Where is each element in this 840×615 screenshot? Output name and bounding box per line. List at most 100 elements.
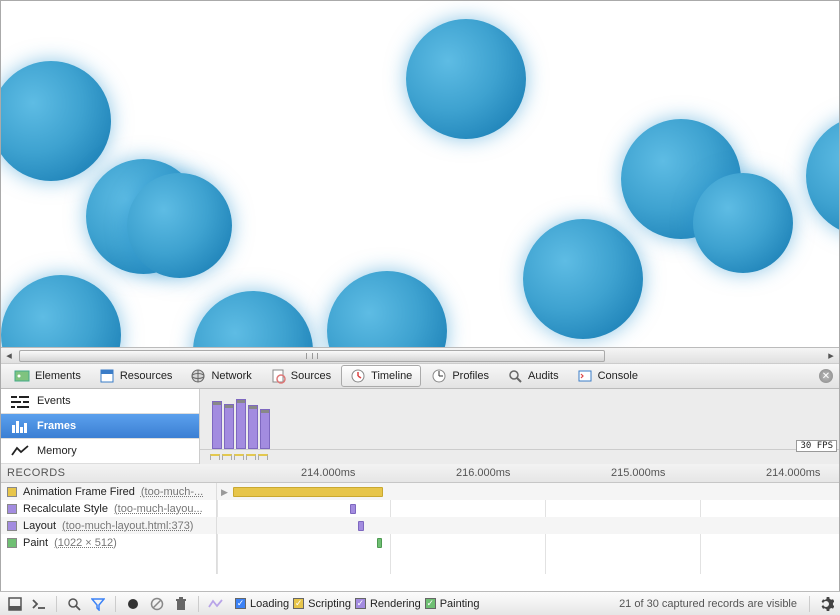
record-bar-recalc-style[interactable] — [350, 504, 356, 514]
record-source-link[interactable]: (too-much-layou... — [114, 503, 203, 515]
tab-label: Network — [211, 370, 251, 382]
time-column: 215.000ms — [611, 467, 665, 479]
timeline-toolbar: ✓Loading✓Scripting✓Rendering✓Painting 21… — [0, 591, 840, 615]
record-bar-animation-frame[interactable] — [233, 487, 383, 497]
ball — [127, 173, 232, 278]
scrollbar-thumb[interactable] — [19, 350, 605, 362]
record-row[interactable]: Paint (1022 × 512) — [1, 534, 216, 551]
record-color-swatch — [7, 504, 17, 514]
glue-async-icon[interactable] — [207, 595, 225, 613]
tab-label: Elements — [35, 370, 81, 382]
record-title: Animation Frame Fired — [23, 486, 135, 498]
legend-item[interactable]: ✓ Rendering — [355, 598, 421, 610]
timeline-overview-section: Events Frames Memory 30 FPS — [1, 389, 839, 464]
sidebar-item-memory[interactable]: Memory — [1, 439, 199, 464]
legend-item[interactable]: ✓ Loading — [235, 598, 289, 610]
legend-label: Loading — [250, 598, 289, 610]
record-color-swatch — [7, 521, 17, 531]
legend-item[interactable]: ✓ Scripting — [293, 598, 351, 610]
time-column: 214.000ms — [766, 467, 820, 479]
record-icon[interactable] — [124, 595, 142, 613]
tab-label: Console — [598, 370, 638, 382]
record-bar-layout[interactable] — [358, 521, 364, 531]
records-header: RECORDS 214.000ms 216.000ms 215.000ms 21… — [1, 464, 839, 483]
garbage-collect-icon[interactable] — [172, 595, 190, 613]
tab-console[interactable]: Console — [569, 365, 646, 387]
tab-resources[interactable]: Resources — [91, 365, 181, 387]
filter-icon[interactable] — [89, 595, 107, 613]
record-title: Layout — [23, 520, 56, 532]
checkbox-icon[interactable]: ✓ — [293, 598, 304, 609]
ball — [806, 116, 839, 236]
ball — [193, 291, 313, 347]
ball — [406, 19, 526, 139]
tab-audits[interactable]: Audits — [499, 365, 567, 387]
expand-icon[interactable]: ▶ — [221, 487, 228, 498]
ball — [693, 173, 793, 273]
tab-sources[interactable]: Sources — [262, 365, 339, 387]
tab-timeline[interactable]: Timeline — [341, 365, 421, 387]
devtools-tabbar: Elements Resources Network Sources Timeline P… — [1, 363, 839, 389]
legend-label: Rendering — [370, 598, 421, 610]
record-row[interactable]: Animation Frame Fired (too-much-... — [1, 483, 216, 500]
sidebar-item-frames[interactable]: Frames — [1, 414, 199, 439]
record-color-swatch — [7, 538, 17, 548]
timeline-icon — [350, 368, 366, 384]
sidebar-item-events[interactable]: Events — [1, 389, 199, 414]
records-bars: ▶ — [217, 483, 839, 574]
clear-icon[interactable] — [148, 595, 166, 613]
record-source-link[interactable]: (1022 × 512) — [54, 537, 117, 549]
record-bar-paint[interactable] — [377, 538, 382, 548]
time-column: 216.000ms — [456, 467, 510, 479]
resources-icon — [99, 368, 115, 384]
settings-icon[interactable] — [818, 596, 834, 612]
record-source-link[interactable]: (too-much-layout.html:373) — [62, 520, 193, 532]
sources-icon — [270, 368, 286, 384]
network-icon — [190, 368, 206, 384]
overview-baseline — [200, 449, 839, 450]
elements-icon — [14, 368, 30, 384]
search-icon[interactable] — [65, 595, 83, 613]
scroll-right-icon[interactable]: ▸ — [823, 348, 839, 364]
overview-frame-bars — [212, 397, 272, 449]
console-toggle-icon[interactable] — [30, 595, 48, 613]
legend-label: Scripting — [308, 598, 351, 610]
legend-item[interactable]: ✓Painting — [425, 598, 480, 610]
tab-profiles[interactable]: Profiles — [423, 365, 497, 387]
dock-icon[interactable] — [6, 595, 24, 613]
ball — [1, 61, 111, 181]
horizontal-scrollbar[interactable]: ◂ ▸ — [1, 347, 839, 363]
sidebar-item-label: Events — [37, 395, 71, 407]
audits-icon — [507, 368, 523, 384]
sidebar-item-label: Memory — [37, 445, 77, 457]
ball — [327, 271, 447, 347]
checkbox-icon[interactable]: ✓ — [235, 598, 246, 609]
console-icon — [577, 368, 593, 384]
sidebar-item-label: Frames — [37, 420, 76, 432]
record-source-link[interactable]: (too-much-... — [141, 486, 203, 498]
tab-elements[interactable]: Elements — [6, 365, 89, 387]
records-header-label: RECORDS — [7, 467, 66, 479]
record-row[interactable]: Layout (too-much-layout.html:373) — [1, 517, 216, 534]
scroll-left-icon[interactable]: ◂ — [1, 348, 17, 364]
checkbox-icon[interactable]: ✓ — [355, 598, 366, 609]
ball — [523, 219, 643, 339]
close-icon[interactable]: ✕ — [819, 369, 833, 383]
checkbox-icon[interactable]: ✓ — [425, 598, 436, 609]
record-row[interactable]: Recalculate Style (too-much-layou... — [1, 500, 216, 517]
tab-label: Sources — [291, 370, 331, 382]
fps-indicator: 30 FPS — [796, 440, 837, 452]
tab-label: Profiles — [452, 370, 489, 382]
memory-icon — [11, 444, 29, 458]
overview-ticks — [210, 454, 839, 464]
timeline-mode-sidebar: Events Frames Memory — [1, 389, 199, 464]
profiles-icon — [431, 368, 447, 384]
tab-network[interactable]: Network — [182, 365, 259, 387]
timeline-overview[interactable]: 30 FPS — [199, 389, 839, 464]
timeline-records-section: RECORDS 214.000ms 216.000ms 215.000ms 21… — [1, 464, 839, 574]
scrollbar-track[interactable] — [17, 349, 823, 363]
records-tree: Animation Frame Fired (too-much-...Recal… — [1, 483, 217, 574]
ball — [1, 275, 121, 347]
tab-label: Timeline — [371, 370, 412, 382]
tab-label: Audits — [528, 370, 559, 382]
